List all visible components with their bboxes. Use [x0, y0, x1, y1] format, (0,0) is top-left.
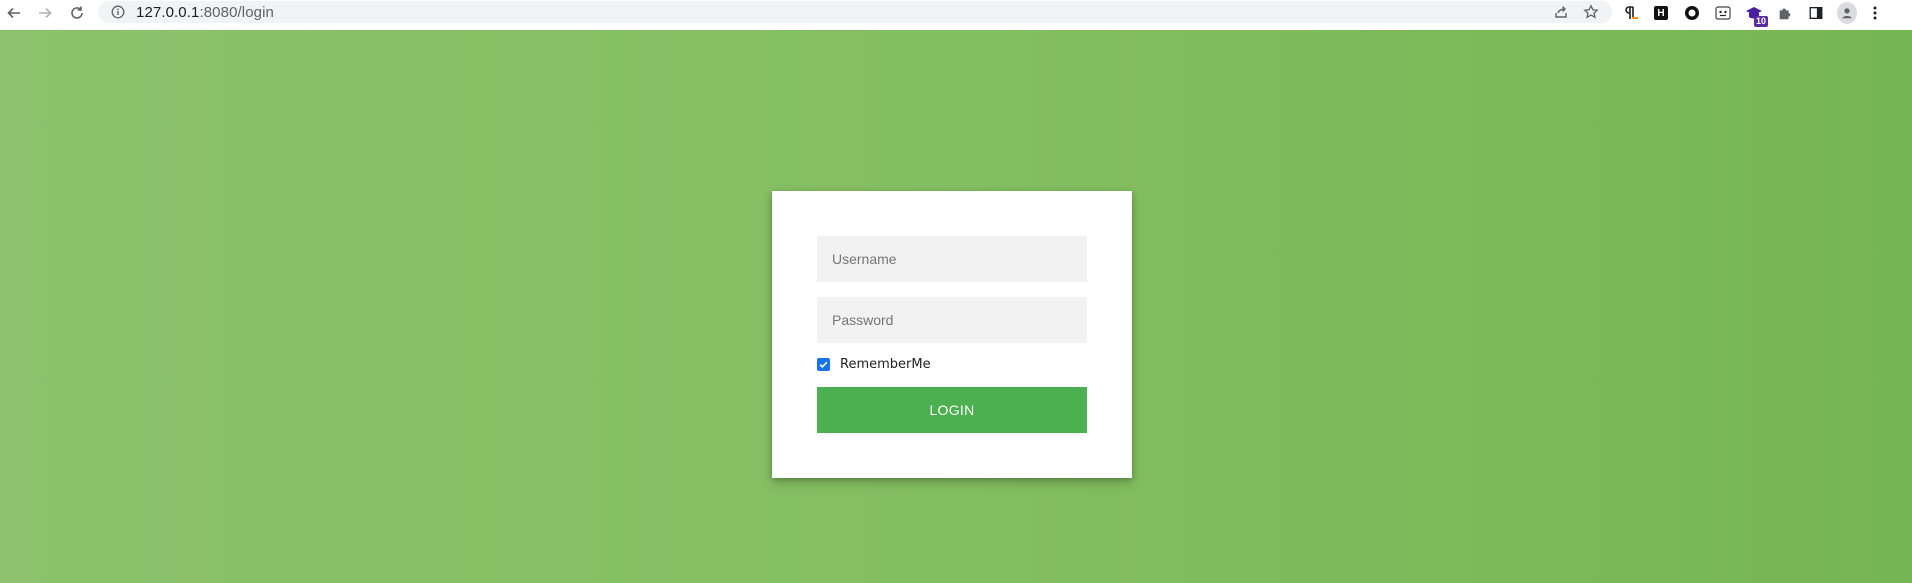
url-text[interactable]: 127.0.0.1:8080/login	[136, 4, 274, 21]
back-button[interactable]	[1, 1, 27, 25]
avatar	[1837, 2, 1857, 24]
bookmark-star-icon[interactable]	[1582, 3, 1600, 21]
reload-icon	[71, 6, 83, 19]
remember-me-row[interactable]: RememberMe	[817, 357, 931, 372]
share-icon[interactable]	[1552, 3, 1570, 21]
login-page-background: RememberMe LOGIN	[0, 30, 1912, 583]
extension-badge: 10	[1753, 16, 1768, 27]
url-host: 127.0.0.1	[136, 3, 200, 21]
remember-me-checkbox[interactable]	[817, 358, 830, 371]
profile-avatar-icon[interactable]	[1837, 2, 1857, 24]
circle-extension-icon[interactable]	[1682, 3, 1702, 23]
login-button[interactable]: LOGIN	[817, 387, 1087, 433]
password-input[interactable]	[817, 297, 1087, 343]
remember-me-label: RememberMe	[840, 357, 931, 372]
kebab-menu-icon[interactable]	[1868, 3, 1882, 23]
reload-button[interactable]	[64, 1, 90, 25]
arrow-right-icon	[39, 7, 52, 19]
h-extension-label: H	[1654, 6, 1668, 20]
info-icon[interactable]	[111, 5, 125, 19]
username-input[interactable]	[817, 236, 1087, 282]
address-bar[interactable]: 127.0.0.1:8080/login	[98, 1, 1612, 23]
browser-toolbar: 127.0.0.1:8080/login H 10	[0, 0, 1912, 27]
side-panel-icon[interactable]	[1806, 3, 1826, 23]
cap-extension-icon[interactable]: 10	[1744, 3, 1768, 27]
h-extension-icon[interactable]: H	[1651, 3, 1671, 23]
pilcrow-extension-icon[interactable]	[1620, 3, 1640, 23]
login-card: RememberMe LOGIN	[772, 191, 1132, 478]
extensions-area: H 10	[1620, 1, 1882, 27]
face-extension-icon[interactable]	[1713, 3, 1733, 23]
url-path: :8080/login	[199, 3, 274, 21]
puzzle-icon[interactable]	[1775, 3, 1795, 23]
arrow-left-icon	[7, 7, 20, 19]
checkmark-icon	[819, 361, 828, 369]
forward-button[interactable]	[32, 1, 58, 25]
